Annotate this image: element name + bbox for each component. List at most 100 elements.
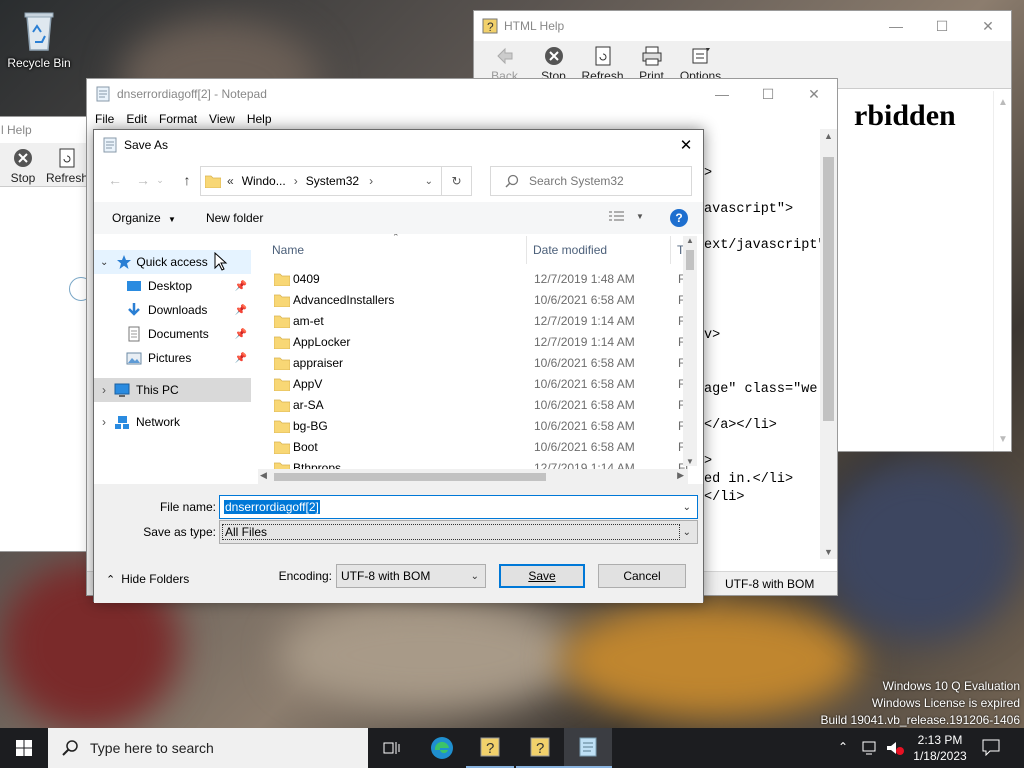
file-row[interactable]: 040912/7/2019 1:48 AMFi [264,268,688,289]
taskbar-notepad[interactable] [564,728,612,768]
taskbar-clock[interactable]: 2:13 PM 1/18/2023 [908,732,972,764]
hide-folders-label: Hide Folders [121,572,190,586]
taskbar-search-box[interactable]: Type here to search [48,728,368,768]
notepad-titlebar[interactable]: dnserrordiagoff[2] - Notepad — ☐ ✕ [87,79,837,109]
close-button[interactable]: ✕ [791,79,837,109]
stop-icon [543,45,565,67]
downloads-label: Downloads [148,303,208,317]
breadcrumb-windows[interactable]: Windo... [242,174,286,188]
action-center-button[interactable] [982,738,1000,756]
recycle-bin[interactable]: Recycle Bin [6,8,72,70]
svg-text:?: ? [486,740,494,757]
file-row[interactable]: AppV10/6/2021 6:58 AMFi [264,373,688,394]
column-date-label: Date modified [533,243,608,257]
menu-file[interactable]: File [89,112,120,126]
task-view-button[interactable] [368,728,416,768]
nav-network[interactable]: › Network [94,410,251,434]
notepad-vscrollbar[interactable]: ▲ ▼ [820,129,837,559]
help-scrollbar[interactable]: ▲ ▼ [993,91,1011,451]
menu-format[interactable]: Format [153,112,203,126]
close-button[interactable]: ✕ [675,134,697,156]
menu-help[interactable]: Help [241,112,278,126]
nav-documents[interactable]: Documents 📌 [94,322,251,346]
file-row[interactable]: ar-SA10/6/2021 6:58 AMFi [264,394,688,415]
address-dropdown[interactable]: ⌄ [425,176,433,187]
clock-date: 1/18/2023 [913,749,967,763]
file-row[interactable]: Boot10/6/2021 6:58 AMFi [264,436,688,457]
hide-folders-button[interactable]: ⌃ Hide Folders [106,572,189,586]
chevron-down-icon: ▼ [636,211,644,221]
taskbar-edge[interactable] [418,728,466,768]
forward-button[interactable]: → [132,169,154,191]
nav-pictures[interactable]: Pictures 📌 [94,346,251,370]
address-bar[interactable]: « Windo... › System32 › ⌄ [200,166,442,196]
help-button[interactable]: ? [670,209,688,227]
code-line: </a></li> [704,418,777,433]
html-help-back-titlebar[interactable]: l Help [0,117,89,143]
chevron-down-icon[interactable]: ⌄ [683,502,691,513]
volume-muted-icon[interactable] [886,740,904,756]
save-as-type-select[interactable]: All Files ⌄ [219,520,698,544]
minimize-button[interactable]: — [873,11,919,41]
file-name: bg-BG [293,418,328,433]
stop-button-back[interactable]: Stop [1,143,45,186]
search-input[interactable]: Search System32 [490,166,692,196]
file-row[interactable]: AdvancedInstallers10/6/2021 6:58 AMFi [264,289,688,310]
file-row[interactable]: AppLocker12/7/2019 1:14 AMFi [264,331,688,352]
new-folder-button[interactable]: New folder [206,211,263,225]
column-header-name[interactable]: Name [272,236,522,264]
encoding-select[interactable]: UTF-8 with BOM ⌄ [336,564,486,588]
minimize-button[interactable]: — [699,79,745,109]
save-button[interactable]: Save [499,564,585,588]
view-options-button[interactable]: ▼ [608,210,644,222]
back-button[interactable]: ← [104,169,126,191]
search-icon [505,174,519,188]
breadcrumb-system32[interactable]: System32 [306,174,359,188]
file-row[interactable]: am-et12/7/2019 1:14 AMFi [264,310,688,331]
maximize-button[interactable]: ☐ [919,11,965,41]
show-hidden-icons-button[interactable]: ⌃ [838,740,848,754]
pin-icon: 📌 [234,328,247,340]
back-arrow-icon [494,45,516,67]
close-button[interactable]: ✕ [965,11,1011,41]
pictures-icon [126,350,142,366]
encoding-value: UTF-8 with BOM [341,569,431,583]
nav-this-pc[interactable]: › This PC [94,378,251,402]
file-list-vscrollbar[interactable]: ▲ ▼ [683,236,697,466]
save-as-titlebar[interactable]: Save As ✕ [94,130,703,160]
save-as-type-value: All Files [222,524,680,540]
quick-access-label: Quick access [136,255,208,269]
file-date: 12/7/2019 1:48 AM [534,271,635,286]
save-label: Save [528,569,556,583]
column-header-date[interactable]: Date modified [526,236,670,264]
up-button[interactable]: ↑ [176,169,198,191]
menu-edit[interactable]: Edit [120,112,153,126]
breadcrumb-prefix[interactable]: « [227,174,234,188]
organize-button[interactable]: Organize ▼ [112,211,176,225]
maximize-button[interactable]: ☐ [745,79,791,109]
save-as-type-label: Save as type: [143,525,216,539]
refresh-button[interactable]: ↻ [442,166,472,196]
html-help-titlebar[interactable]: ? HTML Help — ☐ ✕ [474,11,1011,41]
recent-locations-button[interactable]: ⌄ [154,169,166,191]
file-name-input[interactable]: dnserrordiagoff[2] ⌄ [219,495,698,519]
file-list-hscrollbar[interactable]: ◀ ▶ [258,469,688,484]
start-button[interactable] [0,728,48,768]
menu-view[interactable]: View [203,112,241,126]
file-row[interactable]: bg-BG10/6/2021 6:58 AMFi [264,415,688,436]
nav-pane-splitter[interactable] [254,234,258,484]
file-row[interactable]: appraiser10/6/2021 6:58 AMFi [264,352,688,373]
svg-text:?: ? [536,740,544,757]
desktop-icon [126,278,142,294]
save-as-title: Save As [124,138,169,152]
nav-desktop[interactable]: Desktop 📌 [94,274,251,298]
cancel-button[interactable]: Cancel [598,564,686,588]
taskbar-html-help-2[interactable]: ? [516,728,564,768]
refresh-button-back[interactable]: Refresh [45,143,89,186]
search-placeholder: Search System32 [529,174,624,188]
printer-icon [641,45,663,67]
nav-downloads[interactable]: Downloads 📌 [94,298,251,322]
taskbar-html-help-1[interactable]: ? [466,728,514,768]
network-status-icon[interactable] [862,740,880,756]
